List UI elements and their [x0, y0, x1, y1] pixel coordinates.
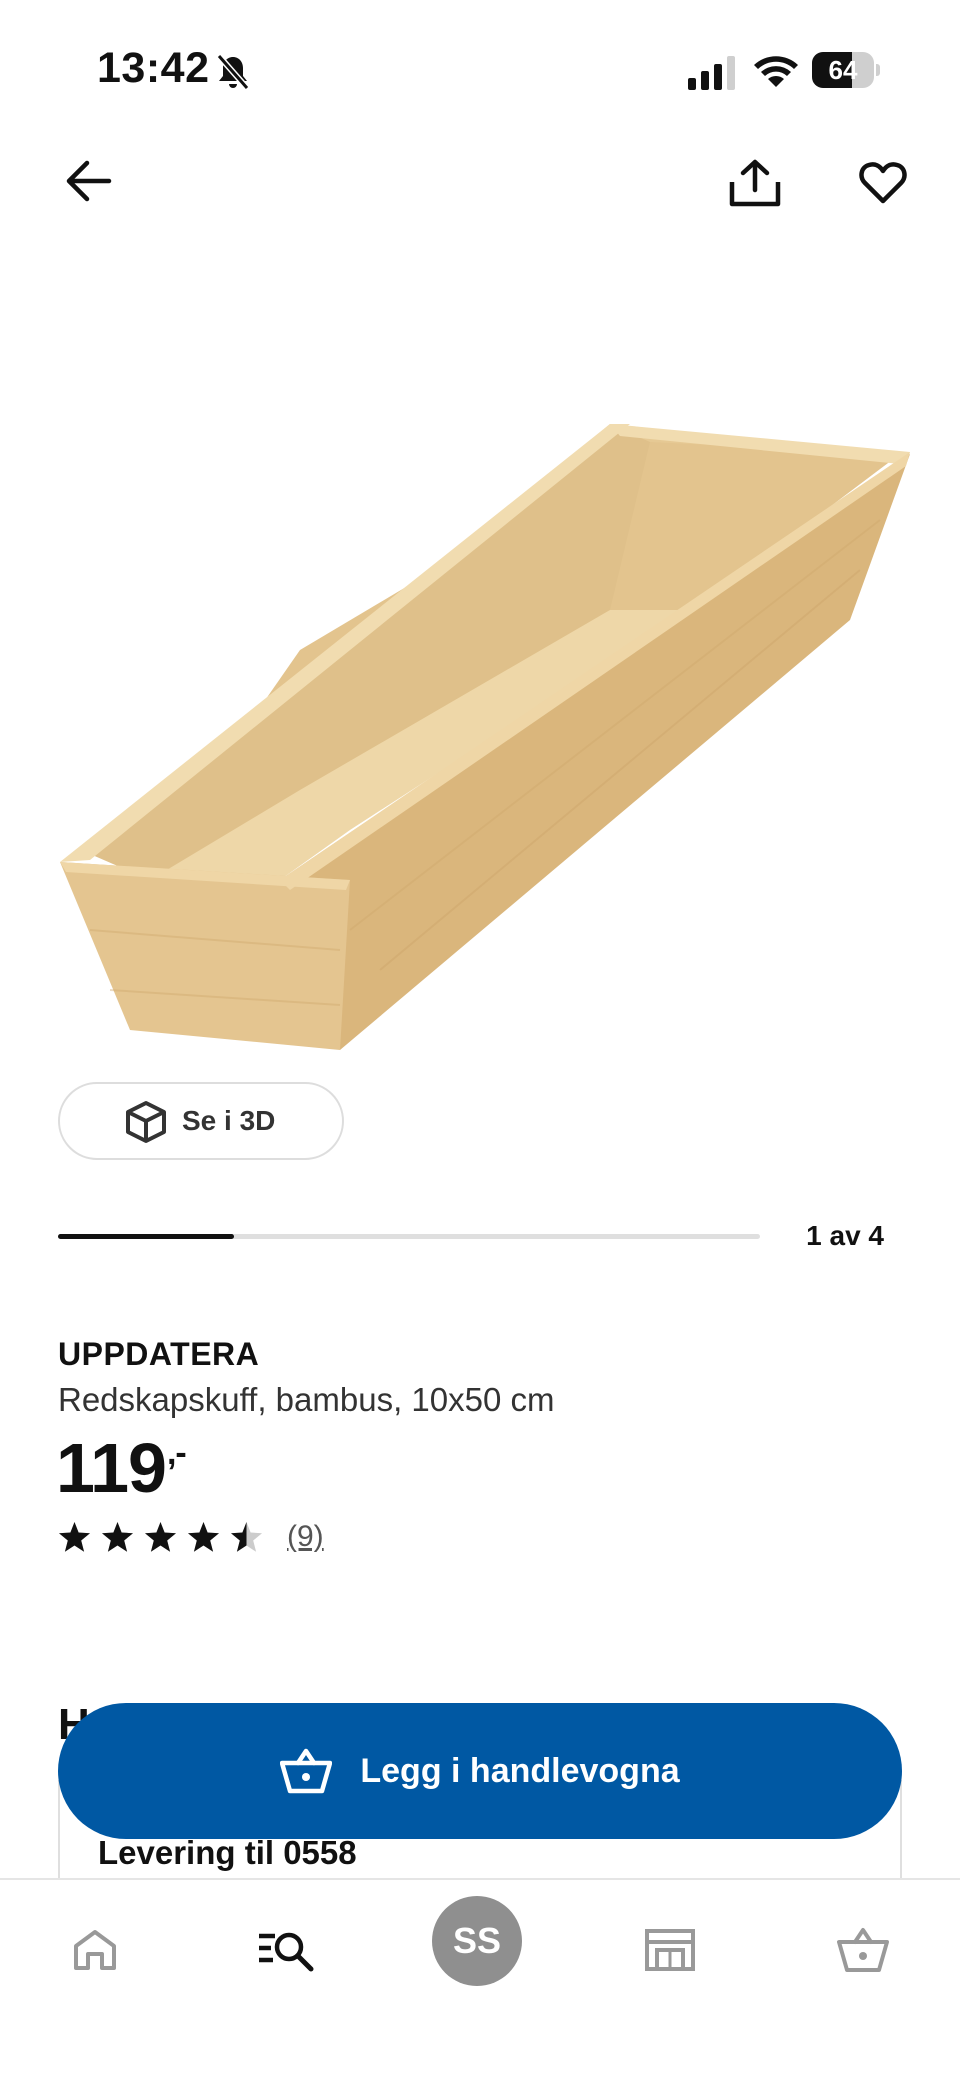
nav-profile-avatar[interactable]: SS	[432, 1896, 522, 1986]
nav-cart[interactable]	[815, 1902, 911, 1998]
status-bar: 13:42 64	[0, 0, 960, 140]
product-name: UPPDATERA	[58, 1336, 260, 1372]
gallery-progress-fill	[58, 1234, 234, 1239]
arrow-left-icon	[66, 160, 112, 202]
product-description: Redskapskuff, bambus, 10x50 cm	[58, 1381, 555, 1418]
star-full-icon	[59, 1521, 90, 1552]
star-full-icon	[102, 1521, 133, 1552]
product-image[interactable]	[50, 410, 910, 1060]
rating-stars	[58, 1521, 273, 1554]
share-icon	[729, 159, 781, 207]
gallery-position: 1 av 4	[806, 1220, 884, 1251]
product-price: 119 ,-	[56, 1428, 187, 1508]
favourite-button[interactable]	[850, 150, 916, 216]
search-icon	[259, 1932, 314, 1972]
price-value: 119	[56, 1429, 167, 1507]
bell-off-icon	[216, 54, 250, 90]
cube-icon	[126, 1101, 166, 1143]
add-to-cart-label: Legg i handlevogna	[360, 1751, 680, 1790]
signal-icon	[688, 56, 735, 90]
add-to-cart-button[interactable]: Legg i handlevogna	[58, 1703, 902, 1839]
status-time: 13:42	[97, 44, 210, 92]
cart-icon	[837, 1928, 889, 1972]
star-half-icon	[231, 1521, 262, 1552]
wifi-icon	[754, 56, 798, 87]
share-button[interactable]	[722, 150, 788, 216]
battery-percent: 64	[828, 55, 858, 85]
basket-icon	[280, 1748, 333, 1794]
view-3d-button[interactable]: Se i 3D	[58, 1082, 344, 1160]
store-icon	[645, 1929, 695, 1971]
gallery-progress-track	[58, 1234, 760, 1239]
view-3d-label: Se i 3D	[182, 1105, 276, 1136]
back-button[interactable]	[58, 150, 120, 212]
nav-home[interactable]	[47, 1902, 143, 1998]
star-full-icon	[145, 1521, 176, 1552]
delivery-text: Levering til 0558	[98, 1834, 357, 1871]
star-full-icon	[188, 1521, 219, 1552]
review-count-link[interactable]: (9)	[287, 1520, 324, 1554]
nav-store[interactable]	[622, 1902, 718, 1998]
heart-icon	[859, 162, 907, 204]
battery-indicator: 64	[812, 52, 880, 88]
nav-search[interactable]	[238, 1902, 334, 1998]
price-suffix: ,-	[166, 1434, 187, 1472]
rating[interactable]: (9)	[58, 1520, 324, 1554]
home-icon	[74, 1930, 116, 1970]
bottom-navigation: SS	[0, 1878, 960, 2081]
